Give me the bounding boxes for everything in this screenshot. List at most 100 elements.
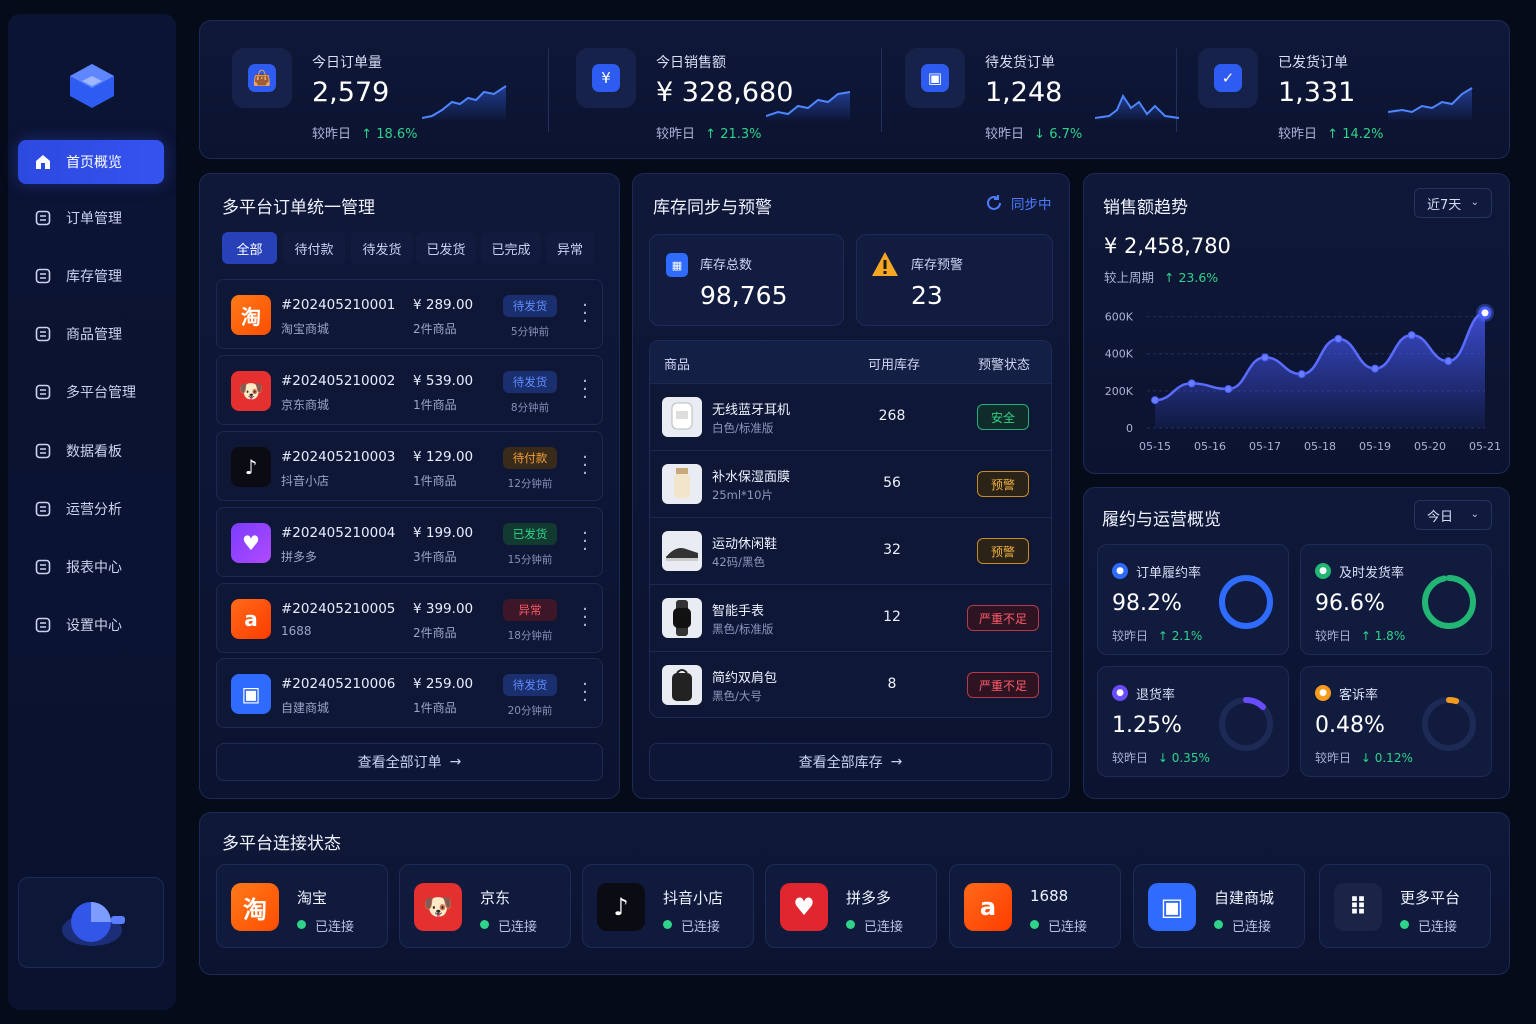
self-store-icon: ▣ xyxy=(1148,883,1196,931)
inventory-row[interactable]: 无线蓝牙耳机 白色/标准版 268 安全 xyxy=(650,383,1051,450)
sidebar-item-4[interactable]: 多平台管理 xyxy=(18,370,164,414)
kpi-donut xyxy=(1219,575,1273,629)
sidebar-item-2[interactable]: 库存管理 xyxy=(18,254,164,298)
inventory-row[interactable]: 智能手表 黑色/标准版 12 严重不足 xyxy=(650,584,1051,651)
kpi-card-0[interactable]: ● 订单履约率 98.2% 较昨日 ↑ 2.1% xyxy=(1097,544,1289,655)
self-logo-icon: ▣ xyxy=(231,674,271,714)
product-spec: 黑色/大号 xyxy=(712,689,762,703)
data-point[interactable] xyxy=(1478,306,1492,320)
tab-5[interactable]: 异常 xyxy=(546,232,594,264)
product-name: 简约双肩包 xyxy=(712,671,778,686)
platform-card[interactable]: ▣ 自建商城 已连接 xyxy=(1133,864,1305,948)
data-point[interactable] xyxy=(1261,353,1269,362)
ops-range-select[interactable]: 今日 ⌄ xyxy=(1414,500,1492,530)
data-point[interactable] xyxy=(1407,331,1416,340)
trend-range-select[interactable]: 近7天 ⌄ xyxy=(1414,188,1492,218)
inventory-row[interactable]: 运动休闲鞋 42码/黑色 32 预警 xyxy=(650,517,1051,584)
order-time: 5分钟前 xyxy=(510,326,550,338)
sidebar-item-label: 多平台管理 xyxy=(66,385,136,401)
order-count: 2件商品 xyxy=(413,322,457,336)
more-vertical-icon[interactable]: · · · xyxy=(579,525,591,559)
data-point[interactable] xyxy=(1187,379,1196,388)
header-status: 预警状态 xyxy=(978,358,1031,373)
home-icon xyxy=(34,153,52,171)
view-all-inventory-button[interactable]: 查看全部库存 → xyxy=(649,743,1052,781)
kpi-card-1[interactable]: ● 及时发货率 96.6% 较昨日 ↑ 1.8% xyxy=(1300,544,1492,655)
inventory-row[interactable]: 简约双肩包 黑色/大号 8 严重不足 xyxy=(650,651,1051,717)
status-badge: 待发货 xyxy=(503,674,557,696)
status-badge: 待付款 xyxy=(503,447,557,469)
stock-status-badge: 安全 xyxy=(977,404,1029,430)
more-vertical-icon[interactable]: · · · xyxy=(579,373,591,407)
tab-1[interactable]: 待付款 xyxy=(283,232,345,264)
sidebar-item-6[interactable]: 运营分析 xyxy=(18,487,164,531)
stat-icon-box: 👜 xyxy=(232,48,292,108)
more-vertical-icon[interactable]: · · · xyxy=(579,676,591,710)
order-row[interactable]: ♥ #202405210004 拼多多 ¥ 199.00 3件商品 已发货 15… xyxy=(216,507,603,577)
taobao-logo-icon: 淘 xyxy=(231,295,271,335)
data-point[interactable] xyxy=(1297,370,1306,379)
platform-card[interactable]: 淘 淘宝 已连接 xyxy=(216,864,388,948)
inventory-total-card: ▦ 库存总数 98,765 xyxy=(649,234,844,326)
order-shop: 1688 xyxy=(281,624,312,638)
sidebar-item-8[interactable]: 设置中心 xyxy=(18,603,164,647)
sidebar-item-label: 订单管理 xyxy=(66,211,122,227)
data-point[interactable] xyxy=(1371,364,1379,373)
order-count: 1件商品 xyxy=(413,398,457,412)
order-shop: 抖音小店 xyxy=(281,474,330,488)
stat-card-1: ¥ 今日销售额 ¥ 328,680 较昨日 ↑ 21.3% xyxy=(576,22,876,158)
x-tick-label: 05-20 xyxy=(1414,440,1446,453)
arrow-down-icon: ↓ xyxy=(1034,127,1046,142)
more-vertical-icon[interactable]: · · · xyxy=(579,601,591,635)
platform-card[interactable]: ⠿ 更多平台 已连接 xyxy=(1319,864,1491,948)
order-row[interactable]: 🐶 #202405210002 京东商城 ¥ 539.00 1件商品 待发货 8… xyxy=(216,355,603,425)
tab-3[interactable]: 已发货 xyxy=(416,232,476,264)
pdd-logo-icon: ♥ xyxy=(231,523,271,563)
kpi-donut xyxy=(1219,697,1273,751)
inventory-row[interactable]: 补水保湿面膜 25ml*10片 56 预警 xyxy=(650,450,1051,517)
compare-label: 较昨日 xyxy=(656,127,696,142)
data-point[interactable] xyxy=(1444,357,1453,366)
platform-status: 已连接 xyxy=(1232,920,1272,935)
sidebar-item-1[interactable]: 订单管理 xyxy=(18,196,164,240)
platform-card[interactable]: ♥ 拼多多 已连接 xyxy=(765,864,937,948)
data-point[interactable] xyxy=(1151,396,1159,405)
product-spec: 黑色/标准版 xyxy=(712,622,774,636)
sidebar-item-label: 运营分析 xyxy=(66,502,122,518)
sidebar-item-5[interactable]: 数据看板 xyxy=(18,429,164,473)
data-point[interactable] xyxy=(1334,334,1343,343)
more-vertical-icon[interactable]: · · · xyxy=(579,297,591,331)
sidebar-item-7[interactable]: 报表中心 xyxy=(18,545,164,589)
kpi-card-2[interactable]: ● 退货率 1.25% 较昨日 ↓ 0.35% xyxy=(1097,666,1289,777)
tab-4[interactable]: 已完成 xyxy=(481,232,541,264)
tab-0[interactable]: 全部 xyxy=(222,232,277,264)
platform-card[interactable]: 🐶 京东 已连接 xyxy=(399,864,571,948)
order-number: #202405210005 xyxy=(281,601,396,617)
truck-icon: ● xyxy=(1315,563,1331,579)
connected-dot-icon xyxy=(297,920,306,929)
view-all-orders-button[interactable]: 查看全部订单 → xyxy=(216,743,603,781)
tab-2[interactable]: 待发货 xyxy=(351,232,413,264)
platform-name: 拼多多 xyxy=(846,889,892,907)
arrow-right-icon: → xyxy=(449,754,462,770)
kpi-label: 退货率 xyxy=(1136,688,1176,703)
platform-card[interactable]: ♪ 抖音小店 已连接 xyxy=(582,864,754,948)
data-point[interactable] xyxy=(1224,385,1233,393)
order-count: 1件商品 xyxy=(413,474,457,488)
kpi-card-3[interactable]: ● 客诉率 0.48% 较昨日 ↓ 0.12% xyxy=(1300,666,1492,777)
star-icon: ● xyxy=(1112,563,1128,579)
more-vertical-icon[interactable]: · · · xyxy=(579,449,591,483)
sidebar-item-0[interactable]: 首页概览 xyxy=(18,140,164,184)
sidebar-item-3[interactable]: 商品管理 xyxy=(18,312,164,356)
order-row[interactable]: ▣ #202405210006 自建商城 ¥ 259.00 1件商品 待发货 2… xyxy=(216,658,603,728)
order-row[interactable]: ♪ #202405210003 抖音小店 ¥ 129.00 1件商品 待付款 1… xyxy=(216,431,603,501)
order-shop: 淘宝商城 xyxy=(281,322,330,336)
order-row[interactable]: a #202405210005 1688 ¥ 399.00 2件商品 异常 18… xyxy=(216,583,603,653)
product-spec: 42码/黑色 xyxy=(712,555,766,569)
stat-compare: 较昨日 ↓ 6.7% xyxy=(985,123,1082,142)
stock-status-badge: 严重不足 xyxy=(967,605,1039,631)
platform-card[interactable]: a 1688 已连接 xyxy=(949,864,1121,948)
order-row[interactable]: 淘 #202405210001 淘宝商城 ¥ 289.00 2件商品 待发货 5… xyxy=(216,279,603,349)
sync-status[interactable]: 同步中 xyxy=(985,193,1052,213)
order-time: 12分钟前 xyxy=(507,478,553,490)
